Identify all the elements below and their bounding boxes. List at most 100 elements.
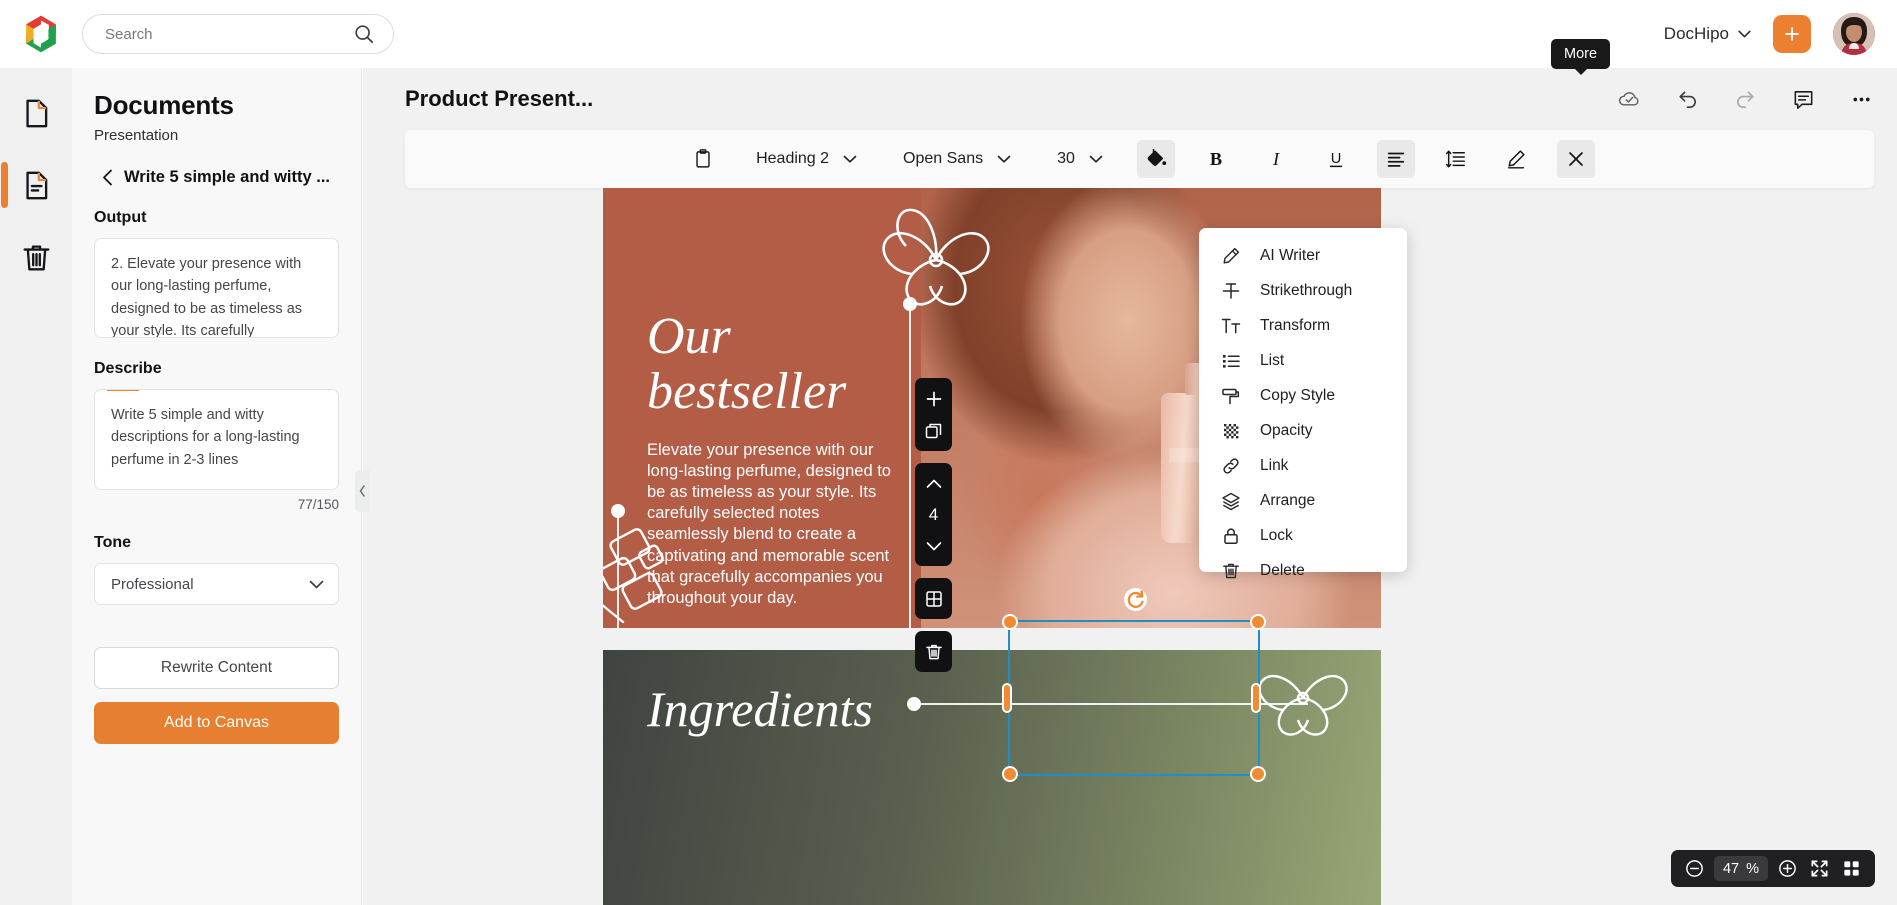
- resize-handle-tr[interactable]: [1250, 614, 1266, 630]
- bold-icon: B: [1210, 149, 1222, 169]
- zoom-level-display[interactable]: 47 %: [1713, 856, 1768, 881]
- page-navigation-group: 4: [915, 463, 952, 566]
- top-header-bar: DocHipo: [0, 0, 1897, 68]
- svg-text:U: U: [1331, 151, 1342, 167]
- menu-label: Lock: [1260, 526, 1293, 544]
- resize-handle-bl[interactable]: [1002, 766, 1018, 782]
- workspace-selector[interactable]: DocHipo: [1664, 24, 1751, 44]
- close-toolbar-button[interactable]: [1556, 140, 1595, 178]
- undo-arrow-icon: [1678, 91, 1696, 108]
- header-right-group: DocHipo: [1664, 13, 1897, 55]
- ellipsis-icon: [1852, 97, 1870, 101]
- workspace-label: DocHipo: [1663, 24, 1729, 43]
- menu-label: Link: [1260, 456, 1289, 474]
- clipboard-icon: [696, 149, 710, 168]
- panel-collapse-handle[interactable]: [355, 470, 370, 512]
- italic-icon: I: [1272, 149, 1280, 169]
- text-align-button[interactable]: [1376, 140, 1415, 178]
- comments-button[interactable]: [1789, 85, 1817, 113]
- redo-button[interactable]: [1731, 85, 1759, 113]
- breadcrumb-label: Write 5 simple and witty ...: [124, 168, 330, 186]
- add-page-button[interactable]: [921, 386, 946, 411]
- menu-item-opacity[interactable]: Opacity: [1199, 413, 1407, 448]
- grid-view-button[interactable]: [1838, 856, 1864, 882]
- resize-handle-left[interactable]: [1002, 683, 1012, 713]
- zoom-in-button[interactable]: [1774, 856, 1800, 882]
- search-box[interactable]: [82, 14, 394, 54]
- breadcrumb[interactable]: Write 5 simple and witty ...: [94, 168, 339, 187]
- document-actions: [1615, 85, 1875, 113]
- text-selection-box[interactable]: [1008, 620, 1260, 776]
- create-new-button[interactable]: [1773, 15, 1811, 53]
- current-page-number: 4: [928, 505, 939, 524]
- resize-handle-tl[interactable]: [1002, 614, 1018, 630]
- fill-color-button[interactable]: [1136, 140, 1175, 178]
- menu-item-copy-style[interactable]: Copy Style: [1199, 378, 1407, 413]
- output-textbox[interactable]: 2. Elevate your presence with our long-l…: [94, 238, 339, 338]
- char-counter: 77/150: [297, 497, 339, 512]
- fit-screen-button[interactable]: [1806, 856, 1832, 882]
- more-tooltip: More: [1551, 39, 1611, 75]
- page-grid-button[interactable]: [921, 586, 946, 611]
- slide-heading[interactable]: Our bestseller: [647, 309, 917, 419]
- chevron-left-icon[interactable]: [102, 169, 113, 186]
- underline-icon: U: [1329, 151, 1343, 167]
- saved-status-button[interactable]: [1615, 85, 1643, 113]
- next-page-button[interactable]: [921, 533, 946, 558]
- font-family-select[interactable]: Open Sans: [891, 140, 1023, 178]
- tone-select[interactable]: Professional: [94, 563, 339, 605]
- menu-item-list[interactable]: List: [1199, 343, 1407, 378]
- paragraph-style-select[interactable]: Heading 2: [744, 140, 869, 178]
- trash-icon: [23, 244, 49, 270]
- menu-item-delete[interactable]: Delete: [1199, 553, 1407, 588]
- sidebar-item-trash[interactable]: [7, 228, 65, 286]
- app-logo[interactable]: [0, 13, 82, 55]
- menu-item-arrange[interactable]: Arrange: [1199, 483, 1407, 518]
- transform-text-icon: [1221, 318, 1241, 333]
- menu-label: Opacity: [1260, 421, 1313, 439]
- zoom-unit: %: [1746, 860, 1759, 877]
- resize-handle-right[interactable]: [1251, 683, 1261, 713]
- duplicate-page-button[interactable]: [921, 418, 946, 443]
- slide2-heading[interactable]: Ingredients: [647, 680, 873, 738]
- opacity-checker-icon: [1224, 423, 1239, 438]
- zoom-out-button[interactable]: [1682, 856, 1708, 882]
- resize-handle-br[interactable]: [1250, 766, 1266, 782]
- bold-button[interactable]: B: [1197, 140, 1235, 178]
- line-spacing-button[interactable]: [1437, 140, 1475, 178]
- underline-button[interactable]: U: [1317, 140, 1355, 178]
- search-icon[interactable]: [353, 23, 375, 45]
- sidebar-item-text-document[interactable]: [1, 156, 65, 214]
- rotate-handle[interactable]: [1124, 588, 1147, 611]
- page-title: Documents: [94, 90, 234, 120]
- add-to-canvas-button[interactable]: Add to Canvas: [94, 702, 339, 744]
- delete-page-button[interactable]: [921, 639, 946, 664]
- describe-label: Describe: [94, 360, 162, 377]
- svg-text:B: B: [1210, 149, 1222, 169]
- svg-text:I: I: [1272, 149, 1280, 169]
- search-input[interactable]: [105, 25, 353, 43]
- menu-item-ai-writer[interactable]: AI Writer: [1199, 238, 1407, 273]
- menu-item-lock[interactable]: Lock: [1199, 518, 1407, 553]
- italic-button[interactable]: I: [1257, 140, 1295, 178]
- menu-label: Transform: [1260, 316, 1331, 334]
- menu-item-strikethrough[interactable]: Strikethrough: [1199, 273, 1407, 308]
- rewrite-content-button[interactable]: Rewrite Content: [94, 647, 339, 689]
- describe-textarea[interactable]: Write 5 simple and witty descriptions fo…: [94, 389, 339, 490]
- clipboard-button[interactable]: [684, 140, 722, 178]
- more-options-button[interactable]: [1847, 85, 1875, 113]
- highlighter-button[interactable]: [1497, 140, 1535, 178]
- menu-item-link[interactable]: Link: [1199, 448, 1407, 483]
- list-icon: [1223, 354, 1240, 368]
- document-title[interactable]: Product Present...: [405, 86, 593, 112]
- avatar[interactable]: [1833, 13, 1875, 55]
- left-icon-rail: [0, 68, 72, 905]
- font-size-select[interactable]: 30: [1045, 140, 1115, 178]
- delete-group: [915, 631, 952, 672]
- undo-button[interactable]: [1673, 85, 1701, 113]
- redo-arrow-icon: [1736, 91, 1754, 108]
- canvas-area[interactable]: Our bestseller Elevate your presence wit…: [363, 188, 1897, 905]
- menu-item-transform[interactable]: Transform: [1199, 308, 1407, 343]
- sidebar-item-blank-document[interactable]: [7, 84, 65, 142]
- previous-page-button[interactable]: [921, 471, 946, 496]
